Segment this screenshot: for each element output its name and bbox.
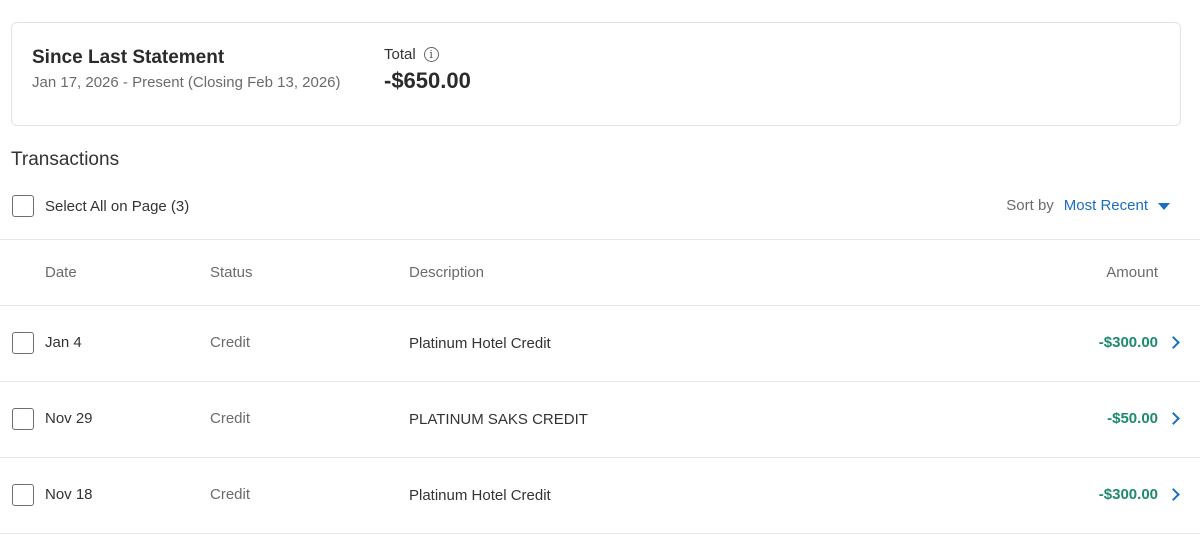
row-date: Nov 18 [45, 486, 93, 503]
row-amount: -$300.00 [1098, 334, 1158, 351]
table-row[interactable]: Nov 29 Credit PLATINUM SAKS CREDIT -$50.… [0, 381, 1200, 457]
row-date: Jan 4 [45, 334, 82, 351]
row-checkbox[interactable] [12, 484, 34, 506]
table-header-row: Date Status Description Amount [0, 239, 1200, 305]
total-label-group: Total i [384, 46, 439, 63]
caret-down-icon[interactable] [1158, 202, 1170, 210]
table-row[interactable]: Nov 18 Credit Platinum Hotel Credit -$30… [0, 457, 1200, 533]
row-description: Platinum Hotel Credit [409, 335, 551, 352]
row-amount: -$50.00 [1107, 410, 1158, 427]
select-all-label[interactable]: Select All on Page (3) [45, 198, 189, 215]
chevron-right-icon[interactable] [1167, 412, 1180, 425]
summary-title: Since Last Statement [32, 47, 225, 68]
row-checkbox[interactable] [12, 408, 34, 430]
column-header-description: Description [409, 264, 485, 281]
info-icon[interactable]: i [423, 47, 439, 62]
total-label: Total [384, 46, 416, 63]
sort-control[interactable]: Sort by Most Recent [1006, 197, 1170, 214]
row-status: Credit [210, 334, 251, 351]
row-checkbox[interactable] [12, 332, 34, 354]
chevron-right-icon[interactable] [1167, 336, 1180, 349]
transactions-table: Date Status Description Amount Jan 4 Cre… [0, 239, 1200, 534]
select-all-checkbox[interactable] [12, 195, 34, 217]
statement-summary-card: Since Last Statement Jan 17, 2026 - Pres… [11, 22, 1181, 126]
row-status: Credit [210, 486, 251, 503]
row-date: Nov 29 [45, 410, 93, 427]
summary-date-range: Jan 17, 2026 - Present (Closing Feb 13, … [32, 74, 341, 91]
row-amount: -$300.00 [1098, 486, 1158, 503]
column-header-status: Status [210, 264, 253, 281]
row-status: Credit [210, 410, 251, 427]
chevron-right-icon[interactable] [1167, 488, 1180, 501]
sort-dropdown[interactable]: Most Recent [1064, 197, 1148, 214]
select-all-control[interactable]: Select All on Page (3) [12, 195, 189, 217]
transactions-title: Transactions [11, 149, 120, 170]
sort-label: Sort by [1006, 197, 1054, 214]
row-description: Platinum Hotel Credit [409, 487, 551, 504]
total-value: -$650.00 [384, 68, 471, 93]
column-header-amount: Amount [1106, 264, 1158, 281]
row-description: PLATINUM SAKS CREDIT [409, 411, 588, 428]
column-header-date: Date [45, 264, 77, 281]
table-bottom-divider [0, 533, 1200, 534]
table-row[interactable]: Jan 4 Credit Platinum Hotel Credit -$300… [0, 305, 1200, 381]
